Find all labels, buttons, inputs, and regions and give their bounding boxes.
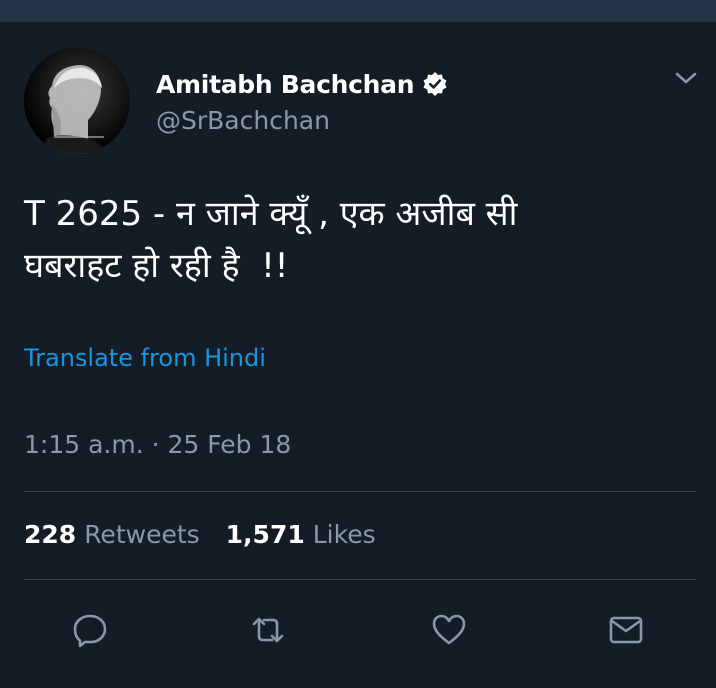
avatar-image xyxy=(24,48,130,154)
verified-badge-icon xyxy=(422,71,448,97)
divider xyxy=(24,579,696,580)
reply-button[interactable] xyxy=(70,610,110,650)
author-handle[interactable]: @SrBachchan xyxy=(156,106,330,135)
retweet-button[interactable] xyxy=(248,610,288,650)
likes-label: Likes xyxy=(312,520,376,549)
tweet-stats: 228 Retweets 1,571 Likes xyxy=(24,520,376,549)
tweet-text: T 2625 - न जाने क्यूँ , एक अजीब सी घबराह… xyxy=(24,194,518,286)
envelope-icon xyxy=(609,616,643,644)
retweets-label: Retweets xyxy=(84,520,200,549)
chevron-down-icon[interactable] xyxy=(672,64,700,92)
like-button[interactable] xyxy=(429,610,469,650)
likes-count: 1,571 xyxy=(225,520,305,549)
direct-message-button[interactable] xyxy=(606,610,646,650)
retweets-count: 228 xyxy=(24,520,77,549)
divider xyxy=(24,491,696,492)
tweet-timestamp: 1:15 a.m. · 25 Feb 18 xyxy=(24,430,292,459)
translate-link[interactable]: Translate from Hindi xyxy=(24,344,266,372)
author-name-row[interactable]: Amitabh Bachchan xyxy=(156,66,448,102)
author-display-name[interactable]: Amitabh Bachchan xyxy=(156,70,415,99)
likes-stat[interactable]: 1,571 Likes xyxy=(226,520,376,549)
tweet-card: Amitabh Bachchan @SrBachchan T 2625 - न … xyxy=(0,22,716,688)
heart-icon xyxy=(432,614,466,645)
retweet-icon xyxy=(252,617,284,643)
top-bar xyxy=(0,0,716,22)
reply-icon xyxy=(73,614,107,648)
avatar[interactable] xyxy=(24,48,130,154)
retweets-stat[interactable]: 228 Retweets xyxy=(24,520,200,549)
